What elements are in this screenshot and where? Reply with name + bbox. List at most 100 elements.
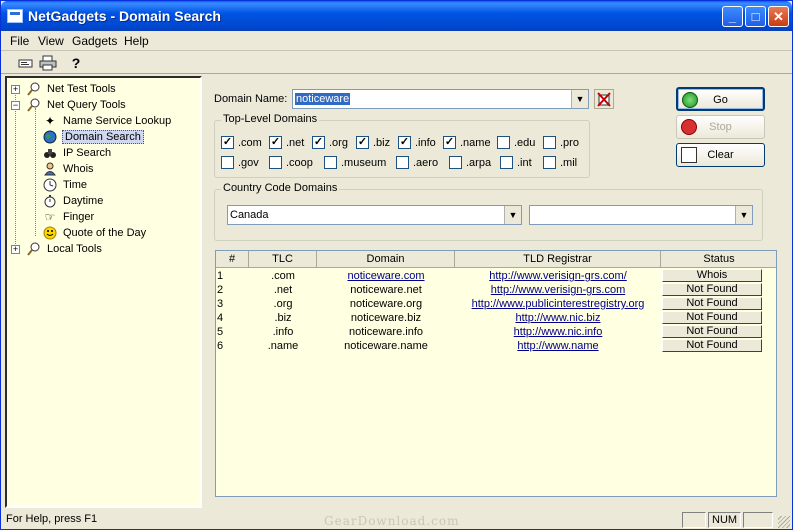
tld-checkbox-label: .pro (560, 137, 579, 149)
title-bar[interactable]: NetGadgets - Domain Search _ □ ✕ (1, 1, 792, 31)
column-header-tlc[interactable]: TLC (249, 251, 317, 268)
tree-node-local-tools[interactable]: + Local Tools (11, 242, 191, 258)
row-tlc: .org (273, 298, 293, 310)
magnifier-tools-icon (27, 242, 41, 256)
tld-checkbox[interactable] (543, 156, 556, 169)
tree-label: Daytime (63, 195, 104, 207)
help-icon[interactable]: ? (67, 55, 85, 71)
tree-item-daytime[interactable]: Daytime (43, 194, 198, 210)
whois-icon (43, 162, 57, 176)
tree-item-domain-search[interactable]: Domain Search (43, 130, 198, 146)
clear-history-button[interactable] (594, 89, 614, 109)
menu-help[interactable]: Help (124, 34, 149, 48)
row-tlc: .net (273, 284, 293, 296)
clear-icon (681, 147, 697, 163)
menu-gadgets[interactable]: Gadgets (72, 34, 117, 48)
tree-item-quote-of-the-day[interactable]: Quote of the Day (43, 226, 198, 242)
expand-icon[interactable]: + (11, 85, 20, 94)
tld-checkbox[interactable]: ✓ (221, 136, 234, 149)
row-domain: noticeware.biz (350, 312, 422, 324)
close-button[interactable]: ✕ (768, 6, 789, 27)
go-button[interactable]: Go (676, 87, 765, 111)
chevron-down-icon[interactable]: ▼ (504, 206, 521, 224)
tld-group: Top-Level Domains (214, 113, 590, 178)
row-status-button[interactable]: Not Found (662, 325, 762, 338)
tld-checkbox[interactable] (269, 156, 282, 169)
binoculars-icon (43, 146, 57, 160)
finger-icon: ☞ (44, 210, 56, 224)
row-tlc: .info (272, 326, 294, 338)
row-number: 2 (217, 284, 224, 296)
tld-checkbox-label: .mil (560, 157, 578, 169)
country-select[interactable]: Canada ▼ (227, 205, 522, 225)
row-status-button[interactable]: Not Found (662, 339, 762, 352)
row-registrar-link[interactable]: http://www.verisign-grs.com (455, 283, 661, 297)
tld-checkbox[interactable] (449, 156, 462, 169)
tree-node-net-query-tools[interactable]: − Net Query Tools (11, 98, 191, 114)
tld-checkbox[interactable] (396, 156, 409, 169)
row-registrar-link[interactable]: http://www.nic.info (455, 325, 661, 339)
row-tlc: .biz (274, 312, 292, 324)
tree-label: Whois (63, 163, 94, 175)
resize-grip[interactable] (778, 516, 790, 528)
tld-checkbox-label: .name (460, 137, 491, 149)
tld-checkbox[interactable]: ✓ (312, 136, 325, 149)
tree-item-time[interactable]: Time (43, 178, 198, 194)
go-icon (682, 92, 698, 108)
tld-checkbox-label: .net (286, 137, 305, 149)
menu-file[interactable]: File (10, 34, 29, 48)
row-number: 3 (217, 298, 224, 310)
row-status-button[interactable]: Not Found (662, 311, 762, 324)
chevron-down-icon[interactable]: ▼ (571, 90, 588, 108)
tree-item-whois[interactable]: Whois (43, 162, 198, 178)
row-registrar-link[interactable]: http://www.name (455, 339, 661, 353)
clear-button[interactable]: Clear (676, 143, 765, 167)
stop-button[interactable]: Stop (676, 115, 765, 139)
tree-item-name-service-lookup[interactable]: ✦ Name Service Lookup (43, 114, 198, 130)
row-domain[interactable]: noticeware.com (317, 269, 455, 283)
column-header-status[interactable]: Status (661, 251, 776, 268)
tld-checkbox[interactable]: ✓ (443, 136, 456, 149)
tld-checkbox[interactable]: ✓ (398, 136, 411, 149)
globe-icon (43, 130, 57, 144)
domain-name-value: noticeware (295, 93, 351, 105)
row-status-button[interactable]: Not Found (662, 283, 762, 296)
print-icon[interactable] (39, 55, 57, 71)
tree-item-finger[interactable]: ☞ Finger (43, 210, 198, 226)
clock-icon (43, 178, 57, 192)
tld-checkbox[interactable] (324, 156, 337, 169)
row-status-button[interactable]: Whois (662, 269, 762, 282)
collapse-icon[interactable]: − (11, 101, 20, 110)
tld-checkbox[interactable]: ✓ (269, 136, 282, 149)
country-value: Canada (230, 209, 269, 221)
column-header-registrar[interactable]: TLD Registrar (455, 251, 661, 268)
chevron-down-icon[interactable]: ▼ (735, 206, 752, 224)
tree-node-net-test-tools[interactable]: + Net Test Tools (11, 82, 191, 98)
tree-label: Net Query Tools (47, 99, 126, 111)
tree-item-ip-search[interactable]: IP Search (43, 146, 198, 162)
domain-name-combo[interactable]: noticeware ▼ (292, 89, 589, 109)
row-tlc: .name (267, 340, 299, 352)
tld-checkbox[interactable] (497, 136, 510, 149)
tld-checkbox-label: .edu (514, 137, 536, 149)
column-header-number[interactable]: # (216, 251, 249, 268)
window-title: NetGadgets - Domain Search (28, 8, 221, 24)
row-registrar-link[interactable]: http://www.nic.biz (455, 311, 661, 325)
stop-label: Stop (709, 121, 732, 133)
minimize-button[interactable]: _ (722, 6, 743, 27)
row-registrar-link[interactable]: http://www.verisign-grs.com/ (455, 269, 661, 283)
menu-view[interactable]: View (38, 34, 64, 48)
status-num-indicator: NUM (708, 512, 741, 528)
status-panel-caps (682, 512, 706, 528)
tld-checkbox[interactable] (221, 156, 234, 169)
row-registrar-link[interactable]: http://www.publicinterestregistry.org (455, 297, 661, 311)
row-status-button[interactable]: Not Found (662, 297, 762, 310)
back-icon[interactable] (17, 55, 35, 71)
expand-icon[interactable]: + (11, 245, 20, 254)
tld-checkbox[interactable]: ✓ (356, 136, 369, 149)
maximize-button[interactable]: □ (745, 6, 766, 27)
tld-checkbox[interactable] (500, 156, 513, 169)
tld-checkbox[interactable] (543, 136, 556, 149)
country-domain-select[interactable]: ▼ (529, 205, 753, 225)
column-header-domain[interactable]: Domain (317, 251, 455, 268)
